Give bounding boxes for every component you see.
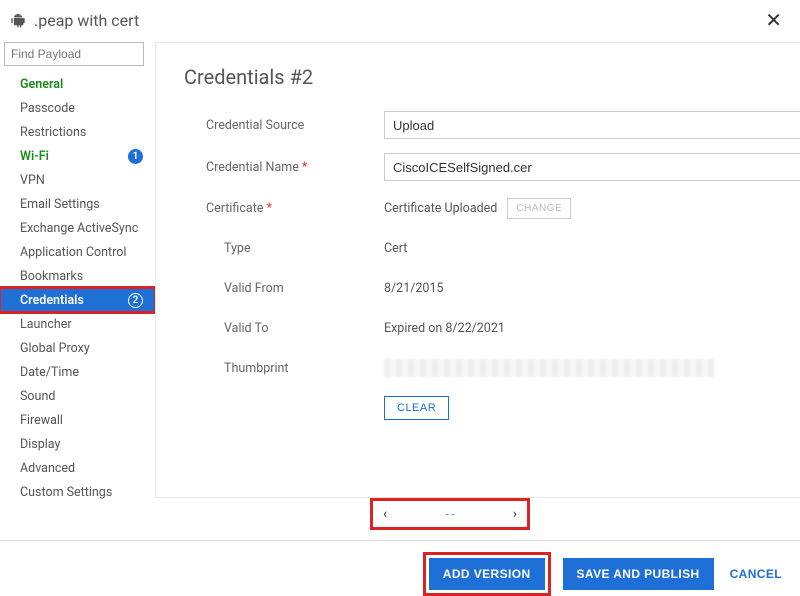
add-version-button[interactable]: ADD VERSION bbox=[429, 558, 545, 590]
pager-indicator: - - bbox=[446, 508, 455, 521]
sidebar-item-label: Firewall bbox=[20, 413, 63, 428]
value-thumbprint-redacted bbox=[384, 359, 714, 377]
label-valid-from: Valid From bbox=[184, 281, 384, 296]
sidebar-item-restrictions[interactable]: Restrictions bbox=[0, 120, 155, 144]
pager-next-icon[interactable]: › bbox=[513, 506, 517, 522]
badge-wifi: 1 bbox=[128, 149, 143, 164]
sidebar-item-label: Passcode bbox=[20, 101, 75, 116]
sidebar-item-label: Custom Settings bbox=[20, 485, 112, 500]
pager-prev-icon[interactable]: ‹ bbox=[383, 506, 387, 522]
sidebar-item-datetime[interactable]: Date/Time bbox=[0, 360, 155, 384]
panel-heading: Credentials #2 bbox=[184, 65, 800, 89]
label-name: Credential Name bbox=[184, 160, 384, 175]
footer-divider bbox=[0, 540, 800, 541]
label-valid-to: Valid To bbox=[184, 321, 384, 336]
sidebar-item-sound[interactable]: Sound bbox=[0, 384, 155, 408]
sidebar-item-label: Advanced bbox=[20, 461, 75, 476]
input-name[interactable] bbox=[384, 153, 800, 181]
label-thumbprint: Thumbprint bbox=[184, 361, 384, 376]
sidebar-item-label: Email Settings bbox=[20, 197, 100, 212]
sidebar-item-label: VPN bbox=[20, 173, 45, 188]
sidebar-item-email[interactable]: Email Settings bbox=[0, 192, 155, 216]
pager: ‹ - - › bbox=[370, 498, 530, 530]
sidebar-item-passcode[interactable]: Passcode bbox=[0, 96, 155, 120]
footer-actions: ADD VERSION SAVE AND PUBLISH CANCEL bbox=[423, 552, 786, 596]
close-icon[interactable]: ✕ bbox=[761, 8, 786, 32]
sidebar-nav: General Passcode Restrictions Wi-Fi 1 VP… bbox=[0, 72, 155, 504]
input-source[interactable] bbox=[384, 111, 800, 139]
sidebar-item-advanced[interactable]: Advanced bbox=[0, 456, 155, 480]
cancel-button[interactable]: CANCEL bbox=[726, 558, 786, 590]
change-button[interactable]: CHANGE bbox=[507, 198, 571, 219]
android-icon bbox=[10, 12, 26, 28]
uploaded-text: Certificate Uploaded bbox=[384, 201, 497, 216]
add-version-highlight: ADD VERSION bbox=[423, 552, 551, 596]
dialog-title: .peap with cert bbox=[34, 11, 761, 30]
dialog-header: .peap with cert ✕ bbox=[0, 0, 800, 38]
value-valid-from: 8/21/2015 bbox=[384, 281, 444, 296]
sidebar-item-label: Date/Time bbox=[20, 365, 79, 380]
sidebar-item-label: General bbox=[20, 77, 63, 92]
sidebar-item-bookmarks[interactable]: Bookmarks bbox=[0, 264, 155, 288]
sidebar-item-label: Credentials bbox=[20, 293, 84, 308]
label-certificate: Certificate bbox=[184, 201, 384, 216]
sidebar-item-label: Global Proxy bbox=[20, 341, 90, 356]
sidebar-item-general[interactable]: General bbox=[0, 72, 155, 96]
sidebar-item-wifi[interactable]: Wi-Fi 1 bbox=[0, 144, 155, 168]
value-valid-to: Expired on 8/22/2021 bbox=[384, 321, 505, 336]
sidebar-item-label: Sound bbox=[20, 389, 55, 404]
label-source: Credential Source bbox=[184, 118, 384, 133]
sidebar-item-display[interactable]: Display bbox=[0, 432, 155, 456]
sidebar-item-label: Exchange ActiveSync bbox=[20, 221, 138, 236]
sidebar-item-label: Launcher bbox=[20, 317, 72, 332]
sidebar-item-label: Display bbox=[20, 437, 60, 452]
sidebar-item-vpn[interactable]: VPN bbox=[0, 168, 155, 192]
clear-button[interactable]: CLEAR bbox=[384, 396, 449, 420]
content-panel: Credentials #2 Credential Source Credent… bbox=[155, 42, 800, 498]
sidebar-item-exchange[interactable]: Exchange ActiveSync bbox=[0, 216, 155, 240]
sidebar-item-launcher[interactable]: Launcher bbox=[0, 312, 155, 336]
label-type: Type bbox=[184, 241, 384, 256]
badge-credentials: 2 bbox=[128, 293, 143, 308]
sidebar: General Passcode Restrictions Wi-Fi 1 VP… bbox=[0, 38, 155, 538]
sidebar-item-credentials[interactable]: Credentials 2 bbox=[0, 288, 155, 312]
sidebar-item-label: Wi-Fi bbox=[20, 149, 49, 164]
save-publish-button[interactable]: SAVE AND PUBLISH bbox=[563, 558, 714, 590]
sidebar-item-label: Restrictions bbox=[20, 125, 86, 140]
sidebar-item-firewall[interactable]: Firewall bbox=[0, 408, 155, 432]
sidebar-item-appcontrol[interactable]: Application Control bbox=[0, 240, 155, 264]
sidebar-item-label: Application Control bbox=[20, 245, 126, 260]
sidebar-item-customsettings[interactable]: Custom Settings bbox=[0, 480, 155, 504]
sidebar-item-label: Bookmarks bbox=[20, 269, 83, 284]
search-input[interactable] bbox=[4, 42, 144, 66]
value-type: Cert bbox=[384, 241, 407, 256]
sidebar-item-globalproxy[interactable]: Global Proxy bbox=[0, 336, 155, 360]
